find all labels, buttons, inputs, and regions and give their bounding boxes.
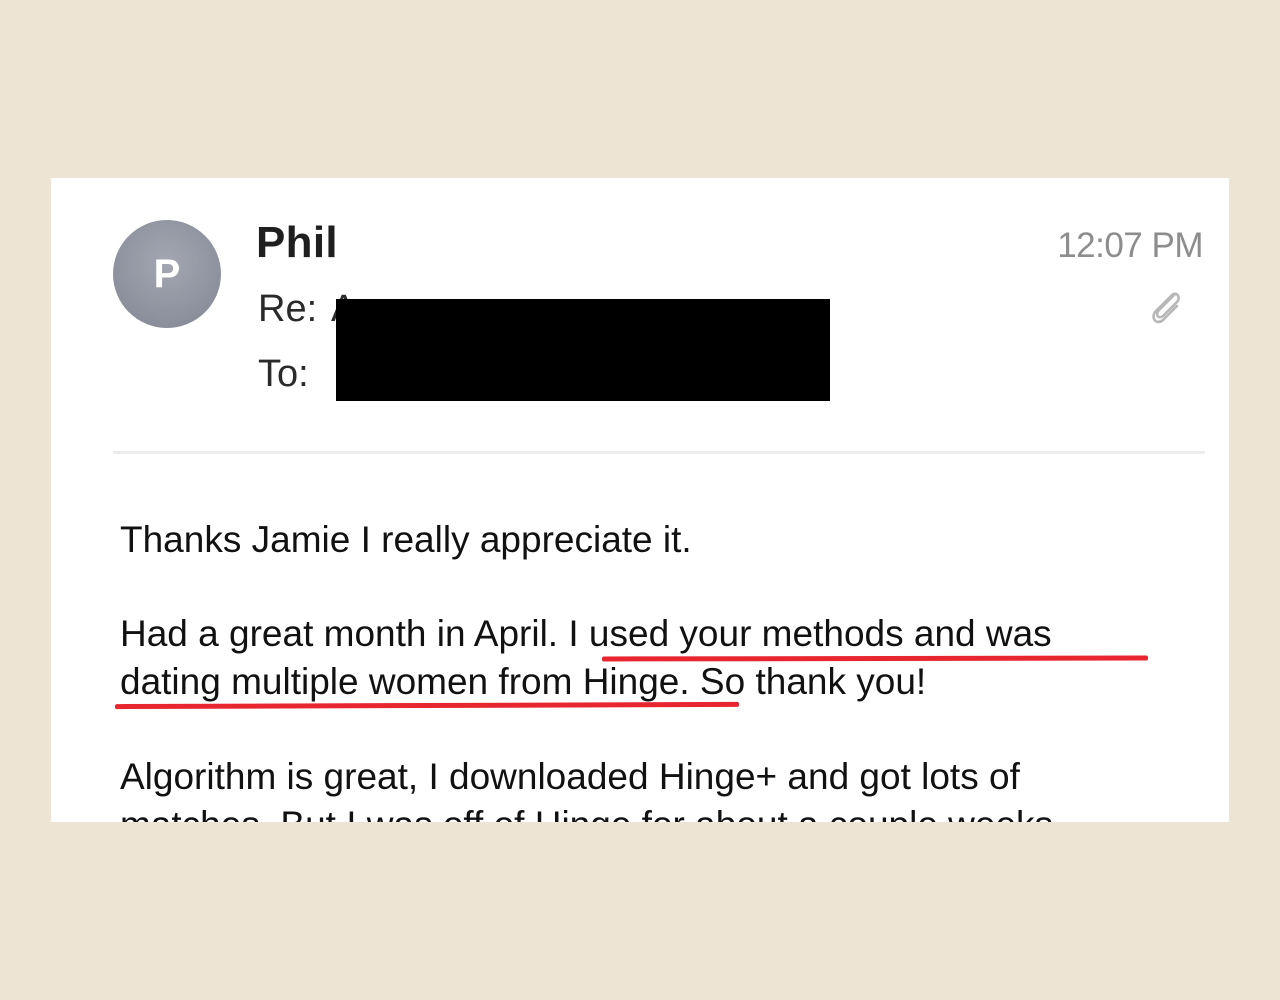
- highlight-underline-2: [114, 701, 740, 710]
- redaction-block: [336, 299, 830, 401]
- avatar[interactable]: P: [113, 220, 221, 328]
- avatar-initial: P: [153, 251, 181, 296]
- body-paragraph-3-line-2: matches. But I was off of Hinge for abou…: [120, 801, 1180, 822]
- body-paragraph-2-line-2: dating multiple women from Hinge. So tha…: [120, 661, 927, 702]
- timestamp: 12:07 PM: [1057, 226, 1203, 265]
- sender-name[interactable]: Phil: [256, 218, 338, 268]
- body-paragraph-3-line-1: Algorithm is great, I downloaded Hinge+ …: [120, 756, 1020, 797]
- body-paragraph-1: Thanks Jamie I really appreciate it.: [120, 519, 692, 560]
- header-divider: [113, 451, 1205, 454]
- highlight-underline-1: [601, 655, 1149, 662]
- body-paragraph-2-line-1: Had a great month in April. I used your …: [120, 613, 1052, 654]
- subject-label: Re:: [258, 288, 318, 330]
- to-label: To:: [258, 353, 309, 395]
- email-card: P Phil 12:07 PM Re: A To: Thanks Jamie I…: [51, 178, 1229, 822]
- paperclip-icon[interactable]: [1147, 286, 1185, 328]
